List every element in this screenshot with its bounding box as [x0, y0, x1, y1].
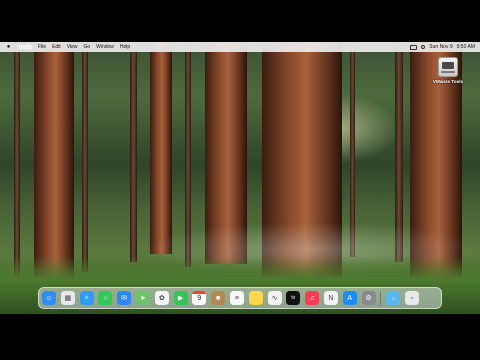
- dock-mail[interactable]: ✉: [117, 291, 132, 305]
- contacts-icon: ■: [216, 294, 221, 302]
- menu-clock[interactable]: 9:50 AM: [457, 44, 475, 50]
- menu-view[interactable]: View: [67, 44, 78, 50]
- dock-photos[interactable]: ✿: [154, 291, 169, 305]
- menu-bar: ● Finder File Edit View Go Window Help S…: [0, 42, 480, 52]
- maps-icon: ➤: [140, 294, 146, 302]
- desktop-icon-vmware-tools[interactable]: VMware Tools: [428, 57, 468, 84]
- dock-notes[interactable]: [248, 291, 263, 305]
- menu-window[interactable]: Window: [96, 44, 114, 50]
- app-store-icon: A: [347, 294, 353, 302]
- trash-icon: ▫: [410, 294, 414, 302]
- facetime-icon: ▶: [177, 294, 184, 302]
- dock-calendar[interactable]: 9: [192, 291, 207, 305]
- dock-trash[interactable]: ▫: [404, 291, 419, 305]
- apple-logo-icon[interactable]: ●: [4, 44, 13, 50]
- dock-separator: [380, 290, 382, 306]
- menu-help[interactable]: Help: [120, 44, 130, 50]
- photos-icon: ✿: [158, 294, 165, 302]
- freeform-icon: ∿: [271, 294, 278, 302]
- search-icon[interactable]: [421, 45, 426, 49]
- dock-reminders[interactable]: ≡: [229, 291, 244, 305]
- dock-maps[interactable]: ➤: [135, 291, 150, 305]
- dock-app-store[interactable]: A: [342, 291, 357, 305]
- dock-news[interactable]: N: [323, 291, 338, 305]
- vmware-tools-disk-icon: [438, 57, 458, 77]
- safari-icon: ✧: [83, 294, 90, 302]
- finder-icon: ☺: [45, 294, 53, 302]
- dock-system-settings[interactable]: ⚙: [361, 291, 376, 305]
- menu-file[interactable]: File: [38, 44, 46, 50]
- music-icon: ♫: [309, 294, 315, 302]
- control-center-icon[interactable]: [410, 44, 418, 50]
- menu-go[interactable]: Go: [83, 44, 90, 50]
- dock-messages[interactable]: ○: [98, 291, 113, 305]
- dock-safari[interactable]: ✧: [79, 291, 94, 305]
- dock-launchpad[interactable]: ▦: [60, 291, 75, 305]
- calendar-icon: 9: [197, 294, 202, 302]
- gear-icon: ⚙: [365, 294, 372, 302]
- menu-edit[interactable]: Edit: [52, 44, 61, 50]
- dock: ☺ ▦ ✧ ○ ✉ ➤ ✿ ▶ 9 ■ ≡ ∿ tv ♫ N A ⚙ ↓ ▫: [38, 287, 442, 309]
- messages-icon: ○: [103, 294, 108, 302]
- downloads-folder-icon: ↓: [391, 294, 395, 302]
- menu-app-name[interactable]: Finder: [18, 42, 32, 54]
- dock-contacts[interactable]: ■: [211, 291, 226, 305]
- dock-music[interactable]: ♫: [305, 291, 320, 305]
- forest-wallpaper: [0, 42, 480, 314]
- dock-facetime[interactable]: ▶: [173, 291, 188, 305]
- calendar-header: [192, 291, 207, 294]
- dock-freeform[interactable]: ∿: [267, 291, 282, 305]
- dock-downloads-folder[interactable]: ↓: [386, 291, 401, 305]
- desktop-icon-label: VMware Tools: [433, 79, 463, 84]
- reminders-icon: ≡: [234, 294, 240, 302]
- news-icon: N: [328, 294, 334, 302]
- dock-tv[interactable]: tv: [286, 291, 301, 305]
- mail-icon: ✉: [121, 294, 128, 302]
- apple-tv-icon: tv: [291, 294, 296, 301]
- launchpad-icon: ▦: [64, 294, 72, 302]
- desktop: ● Finder File Edit View Go Window Help S…: [0, 42, 480, 314]
- menu-extras: Sun Nov 9 9:50 AM: [410, 42, 475, 52]
- menu-date[interactable]: Sun Nov 9: [429, 44, 452, 50]
- dock-finder[interactable]: ☺: [42, 291, 56, 305]
